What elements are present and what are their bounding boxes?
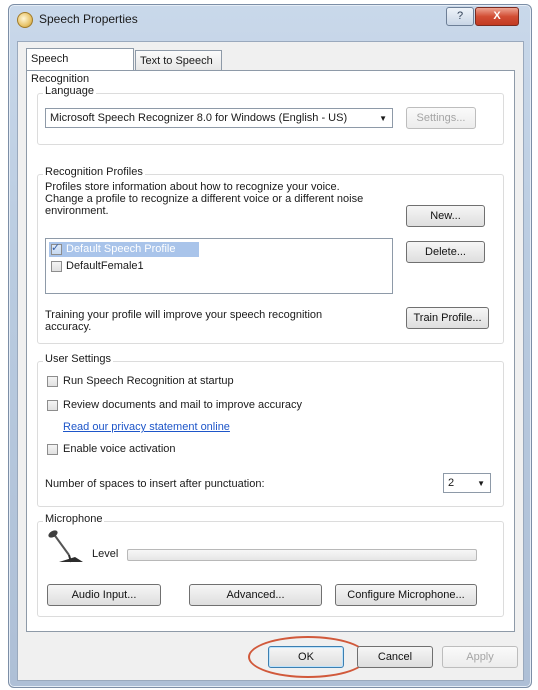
speech-properties-window: Speech Properties ? X Speech Recognition… (8, 4, 532, 688)
cancel-button[interactable]: Cancel (357, 646, 433, 668)
checkmark-icon: ✓ (51, 242, 61, 254)
configure-microphone-button[interactable]: Configure Microphone... (335, 584, 477, 606)
ok-button[interactable]: OK (268, 646, 344, 668)
profiles-description-line1: Profiles store information about how to … (45, 181, 340, 193)
profiles-description-line3: environment. (45, 205, 109, 217)
spaces-value: 2 (448, 477, 455, 489)
audio-input-button[interactable]: Audio Input... (47, 584, 161, 606)
profiles-group-label: Recognition Profiles (43, 166, 145, 178)
speech-recognition-panel: Language Microsoft Speech Recognizer 8.0… (26, 70, 515, 632)
window-title: Speech Properties (39, 12, 138, 26)
user-settings-group-label: User Settings (43, 353, 114, 365)
run-at-startup-checkbox[interactable] (47, 376, 58, 387)
spaces-label: Number of spaces to insert after punctua… (45, 478, 265, 490)
help-button[interactable]: ? (446, 7, 474, 26)
recognizer-select[interactable]: Microsoft Speech Recognizer 8.0 for Wind… (45, 108, 393, 128)
profile-label: DefaultFemale1 (66, 260, 144, 272)
profiles-list[interactable]: ✓ Default Speech Profile DefaultFemale1 (45, 238, 393, 294)
review-documents-checkbox[interactable] (47, 400, 58, 411)
chevron-down-icon: ▼ (379, 114, 387, 123)
spaces-select[interactable]: 2 ▼ (443, 473, 491, 493)
recognizer-value: Microsoft Speech Recognizer 8.0 for Wind… (50, 112, 348, 124)
profile-checkbox[interactable] (51, 261, 62, 272)
delete-profile-button[interactable]: Delete... (406, 241, 485, 263)
chevron-down-icon: ▼ (477, 479, 485, 488)
tab-text-to-speech[interactable]: Text to Speech (135, 50, 222, 70)
advanced-button[interactable]: Advanced... (189, 584, 322, 606)
language-settings-button[interactable]: Settings... (406, 107, 476, 129)
voice-activation-label: Enable voice activation (63, 443, 176, 455)
level-label: Level (92, 548, 119, 560)
privacy-statement-link[interactable]: Read our privacy statement online (63, 421, 230, 433)
profile-label: Default Speech Profile (66, 243, 176, 255)
train-profile-button[interactable]: Train Profile... (406, 307, 489, 329)
voice-activation-checkbox[interactable] (47, 444, 58, 455)
dialog-client-area: Speech Recognition Text to Speech Langua… (17, 41, 524, 681)
speech-app-icon (17, 12, 33, 28)
apply-button[interactable]: Apply (442, 646, 518, 668)
profiles-description-line2: Change a profile to recognize a differen… (45, 193, 364, 205)
microphone-level-meter (127, 549, 477, 561)
list-item[interactable]: ✓ Default Speech Profile (49, 242, 199, 257)
training-text-line1: Training your profile will improve your … (45, 309, 323, 321)
close-button[interactable]: X (475, 7, 519, 26)
microphone-group-label: Microphone (43, 513, 105, 525)
training-text-line2: accuracy. (45, 321, 92, 333)
title-bar: Speech Properties ? X (9, 5, 531, 33)
review-documents-label: Review documents and mail to improve acc… (63, 399, 303, 411)
tab-speech-recognition[interactable]: Speech Recognition (26, 48, 134, 85)
list-item[interactable]: DefaultFemale1 (49, 259, 199, 274)
run-at-startup-label: Run Speech Recognition at startup (63, 375, 234, 387)
new-profile-button[interactable]: New... (406, 205, 485, 227)
microphone-icon (48, 530, 83, 563)
